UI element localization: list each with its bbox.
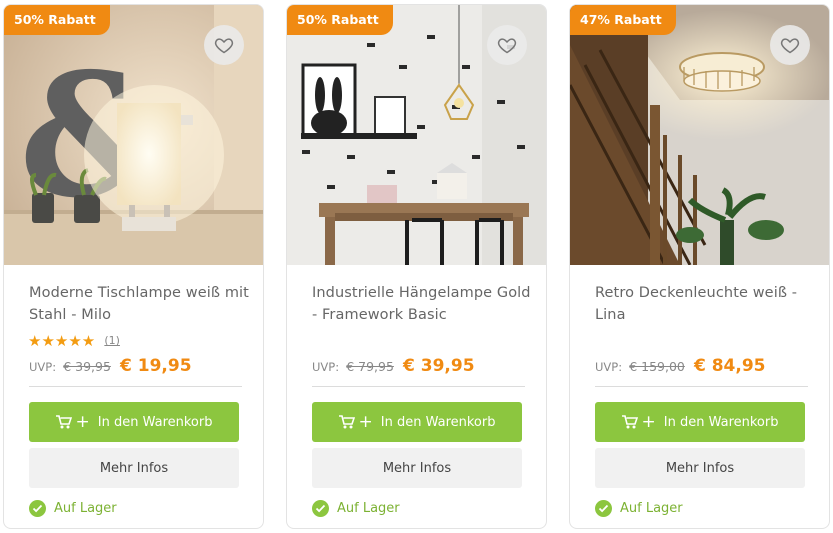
more-info-label: Mehr Infos — [665, 460, 735, 476]
plus-icon: + — [75, 411, 90, 432]
divider — [312, 386, 525, 387]
old-price: € 159,00 — [629, 359, 685, 374]
product-rating[interactable]: ★★★★★ (1) — [28, 330, 120, 350]
sale-price: € 84,95 — [693, 356, 766, 376]
sale-price: € 39,95 — [403, 356, 475, 376]
heart-icon — [780, 38, 800, 54]
divider — [29, 386, 242, 387]
favorite-button[interactable] — [770, 25, 810, 65]
stock-status: Auf Lager — [29, 499, 117, 517]
product-title[interactable]: Moderne Tischlampe weiß mit Stahl - Milo — [29, 282, 249, 326]
check-circle-icon — [29, 499, 46, 517]
product-title[interactable]: Industrielle Hängelampe Gold - Framework… — [312, 282, 532, 326]
add-to-cart-label: In den Warenkorb — [380, 414, 496, 430]
discount-badge: 50% Rabatt — [287, 5, 393, 35]
cart-icon — [55, 415, 72, 429]
old-price: € 39,95 — [63, 359, 111, 374]
heart-icon — [214, 38, 234, 54]
more-info-button[interactable]: Mehr Infos — [595, 448, 805, 488]
uvp-label: UVP: — [312, 360, 340, 374]
product-card: & 50% Rabatt Moderne Tischlampe weiß mit… — [3, 4, 264, 529]
price-row: UVP: € 159,00 € 84,95 — [595, 356, 765, 382]
more-info-label: Mehr Infos — [382, 460, 452, 476]
plus-icon: + — [358, 411, 373, 432]
check-circle-icon — [595, 499, 612, 517]
uvp-label: UVP: — [29, 360, 57, 374]
discount-badge: 47% Rabatt — [570, 5, 676, 35]
more-info-button[interactable]: Mehr Infos — [312, 448, 522, 488]
stock-label: Auf Lager — [337, 500, 400, 516]
uvp-label: UVP: — [595, 360, 623, 374]
cart-icon — [338, 415, 355, 429]
star-icon: ★★★★★ — [28, 331, 96, 350]
check-circle-icon — [312, 499, 329, 517]
old-price: € 79,95 — [346, 359, 394, 374]
heart-icon — [497, 38, 517, 54]
stock-label: Auf Lager — [620, 500, 683, 516]
add-to-cart-button[interactable]: + In den Warenkorb — [29, 402, 239, 442]
more-info-label: Mehr Infos — [99, 460, 169, 476]
add-to-cart-button[interactable]: + In den Warenkorb — [595, 402, 805, 442]
product-title[interactable]: Retro Deckenleuchte weiß - Lina — [595, 282, 815, 326]
discount-badge: 50% Rabatt — [4, 5, 110, 35]
add-to-cart-label: In den Warenkorb — [663, 414, 779, 430]
stock-status: Auf Lager — [595, 499, 683, 517]
product-card: 50% Rabatt Industrielle Hängelampe Gold … — [286, 4, 547, 529]
cart-icon — [621, 415, 638, 429]
rating-count[interactable]: (1) — [104, 334, 120, 347]
divider — [595, 386, 808, 387]
plus-icon: + — [641, 411, 656, 432]
more-info-button[interactable]: Mehr Infos — [29, 448, 239, 488]
add-to-cart-button[interactable]: + In den Warenkorb — [312, 402, 522, 442]
add-to-cart-label: In den Warenkorb — [97, 414, 213, 430]
stock-label: Auf Lager — [54, 500, 117, 516]
favorite-button[interactable] — [487, 25, 527, 65]
favorite-button[interactable] — [204, 25, 244, 65]
stock-status: Auf Lager — [312, 499, 400, 517]
price-row: UVP: € 79,95 € 39,95 — [312, 356, 475, 382]
product-card: 47% Rabatt Retro Deckenleuchte weiß - Li… — [569, 4, 830, 529]
price-row: UVP: € 39,95 € 19,95 — [29, 356, 192, 382]
sale-price: € 19,95 — [120, 356, 192, 376]
